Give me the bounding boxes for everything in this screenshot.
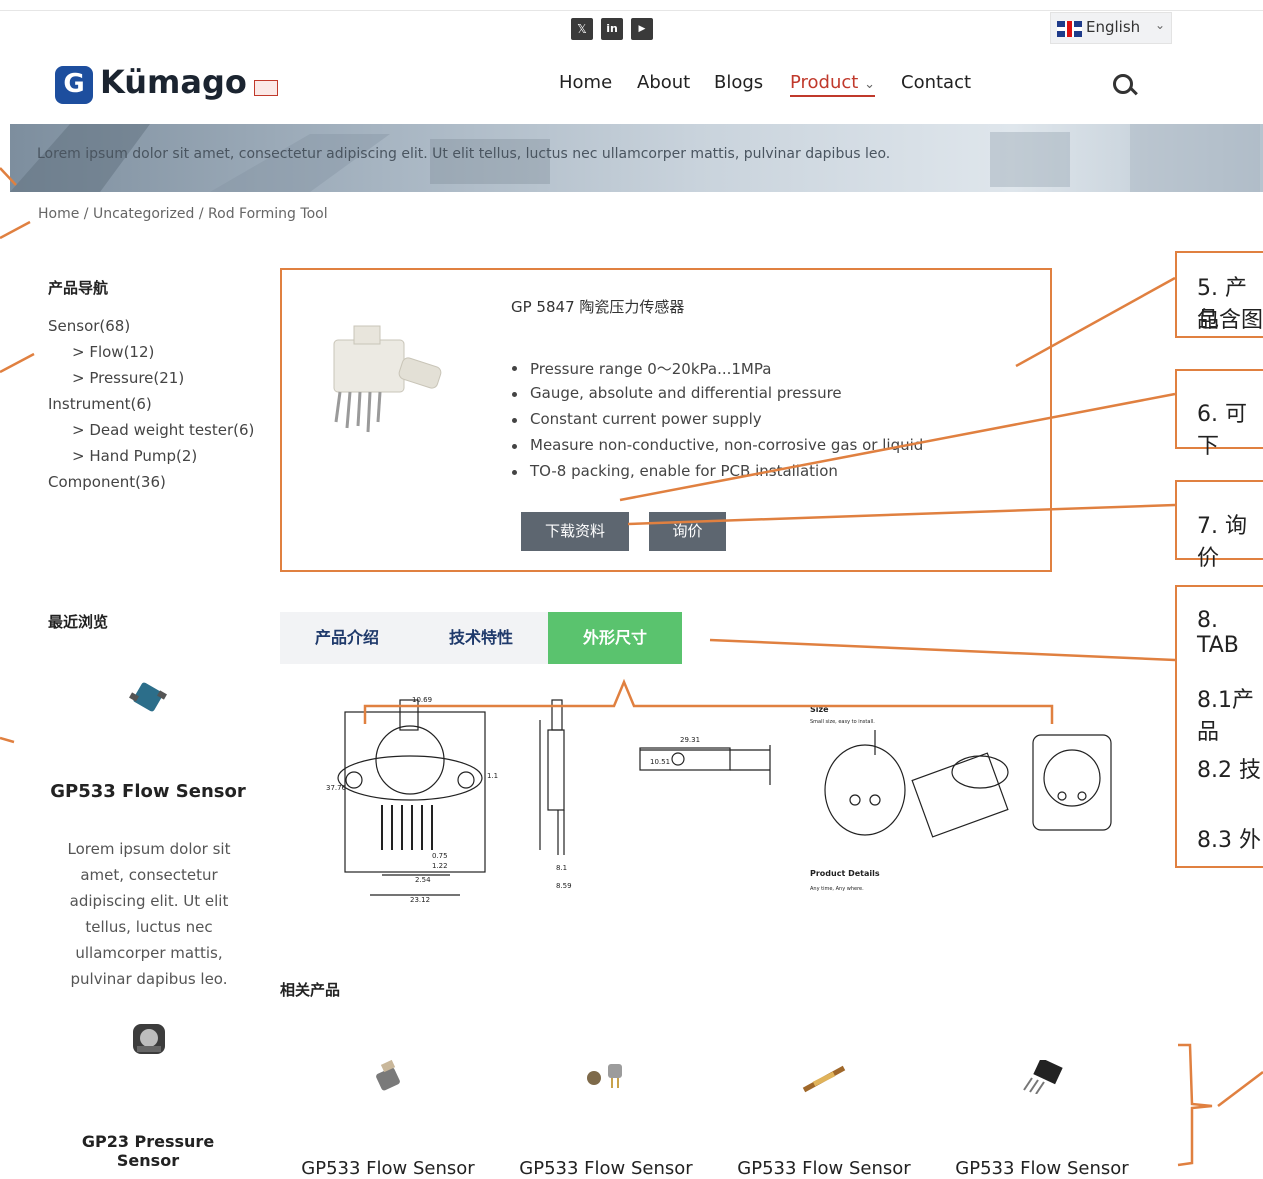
feature-item: Pressure range 0〜20kPa...1MPa — [512, 358, 771, 379]
related-product-image[interactable] — [368, 1058, 410, 1098]
size-title: Size — [810, 705, 829, 714]
related-product-image[interactable] — [800, 1064, 848, 1094]
banner-text: Lorem ipsum dolor sit amet, consectetur … — [37, 146, 891, 162]
chevron-down-icon: ⌄ — [1155, 18, 1166, 32]
annotation-8-3: 8.3 外 — [1197, 828, 1261, 853]
feature-item: Gauge, absolute and differential pressur… — [512, 384, 842, 402]
size-subtitle: Small size, easy to install. — [810, 719, 875, 725]
annotation-7: 7. 询价 — [1197, 514, 1247, 571]
related-products-title: 相关产品 — [280, 981, 341, 999]
dim-label: 10.69 — [412, 696, 432, 704]
flow-sensor-image[interactable] — [128, 680, 170, 716]
breadcrumb[interactable]: Home / Uncategorized / Rod Forming Tool — [38, 206, 328, 222]
related-product-title[interactable]: GP533 Flow Sensor — [293, 1158, 483, 1179]
nav-blogs[interactable]: Blogs — [714, 72, 763, 93]
top-divider — [0, 10, 1263, 11]
dim-label: 10.51 — [650, 758, 670, 766]
category-hand-pump[interactable]: > Hand Pump(2) — [72, 447, 197, 465]
inquiry-button[interactable]: 询价 — [649, 512, 726, 551]
search-icon[interactable] — [1113, 74, 1133, 94]
related-product-title[interactable]: GP533 Flow Sensor — [947, 1158, 1137, 1179]
nav-home[interactable]: Home — [559, 72, 612, 93]
feature-item: Constant current power supply — [512, 410, 762, 428]
language-selector[interactable]: English ⌄ — [1050, 12, 1172, 44]
uk-flag-icon — [1057, 21, 1082, 37]
details-subtitle: Any time, Any where. — [810, 886, 864, 892]
related-product-image[interactable] — [580, 1060, 634, 1092]
certification-badge-icon — [254, 80, 278, 96]
feature-item: Measure non-conductive, non-corrosive ga… — [512, 436, 923, 454]
nav-product-label: Product — [790, 72, 859, 93]
dim-label: 23.12 — [410, 896, 430, 904]
recent-item-desc: Lorem ipsum dolor sit amet, consectetur … — [67, 840, 231, 988]
hero-banner: Lorem ipsum dolor sit amet, consectetur … — [10, 124, 1263, 192]
dim-label: 0.75 — [432, 852, 448, 860]
feature-item: TO-8 packing, enable for PCB installatio… — [512, 462, 838, 480]
product-image[interactable] — [320, 322, 460, 434]
related-product-image[interactable] — [1018, 1060, 1068, 1094]
download-button[interactable]: 下载资料 — [521, 512, 629, 551]
product-nav-title: 产品导航 — [48, 279, 109, 297]
tab-dimensions[interactable]: 外形尺寸 — [548, 612, 682, 664]
annotation-8-1: 8.1产品 — [1197, 688, 1254, 745]
dim-label: 2.54 — [415, 876, 431, 884]
category-flow[interactable]: > Flow(12) — [72, 343, 154, 361]
nav-product[interactable]: Product ⌄ — [790, 72, 875, 97]
recent-item-title-2[interactable]: GP23 Pressure Sensor — [48, 1132, 248, 1170]
linkedin-icon[interactable]: in — [601, 18, 623, 40]
language-label: English — [1086, 18, 1141, 36]
tab-technical[interactable]: 技术特性 — [414, 612, 548, 664]
dim-label: 1.1 — [487, 772, 498, 780]
product-title: GP 5847 陶瓷压力传感器 — [511, 298, 685, 316]
brand-name[interactable]: Kümago — [100, 63, 247, 101]
category-instrument[interactable]: Instrument(6) — [48, 395, 152, 413]
annotation-6: 6. 可下 — [1197, 402, 1247, 459]
category-sensor[interactable]: Sensor(68) — [48, 317, 130, 335]
pressure-sensor-image[interactable] — [131, 1022, 167, 1056]
category-pressure[interactable]: > Pressure(21) — [72, 369, 184, 387]
annotation-8: 8. TAB — [1197, 608, 1239, 658]
related-product-title[interactable]: GP533 Flow Sensor — [511, 1158, 701, 1179]
dim-label: 37.76 — [326, 784, 347, 792]
details-title: Product Details — [810, 869, 880, 878]
annotation-8-2: 8.2 技 — [1197, 758, 1261, 783]
dim-label: 8.1 — [556, 864, 567, 872]
tab-introduction[interactable]: 产品介绍 — [280, 612, 414, 664]
x-icon[interactable]: 𝕏 — [571, 18, 593, 40]
nav-contact[interactable]: Contact — [901, 72, 971, 93]
category-dead-weight-tester[interactable]: > Dead weight tester(6) — [72, 421, 254, 439]
dimension-drawing: 10.69 37.76 1.1 8.1 8.59 29.31 10.51 2.5… — [326, 696, 1112, 904]
annotation-5-line2: 包含图 — [1197, 308, 1263, 333]
chevron-down-icon: ⌄ — [864, 77, 875, 92]
recent-viewed-title: 最近浏览 — [48, 613, 109, 631]
related-product-title[interactable]: GP533 Flow Sensor — [729, 1158, 919, 1179]
dim-label: 8.59 — [556, 882, 572, 890]
dim-label: 1.22 — [432, 862, 448, 870]
nav-about[interactable]: About — [637, 72, 690, 93]
category-component[interactable]: Component(36) — [48, 473, 166, 491]
dim-label: 29.31 — [680, 736, 700, 744]
recent-item-title[interactable]: GP533 Flow Sensor — [48, 781, 248, 802]
youtube-icon[interactable]: ▶ — [631, 18, 653, 40]
logo-icon[interactable]: G — [55, 66, 93, 104]
